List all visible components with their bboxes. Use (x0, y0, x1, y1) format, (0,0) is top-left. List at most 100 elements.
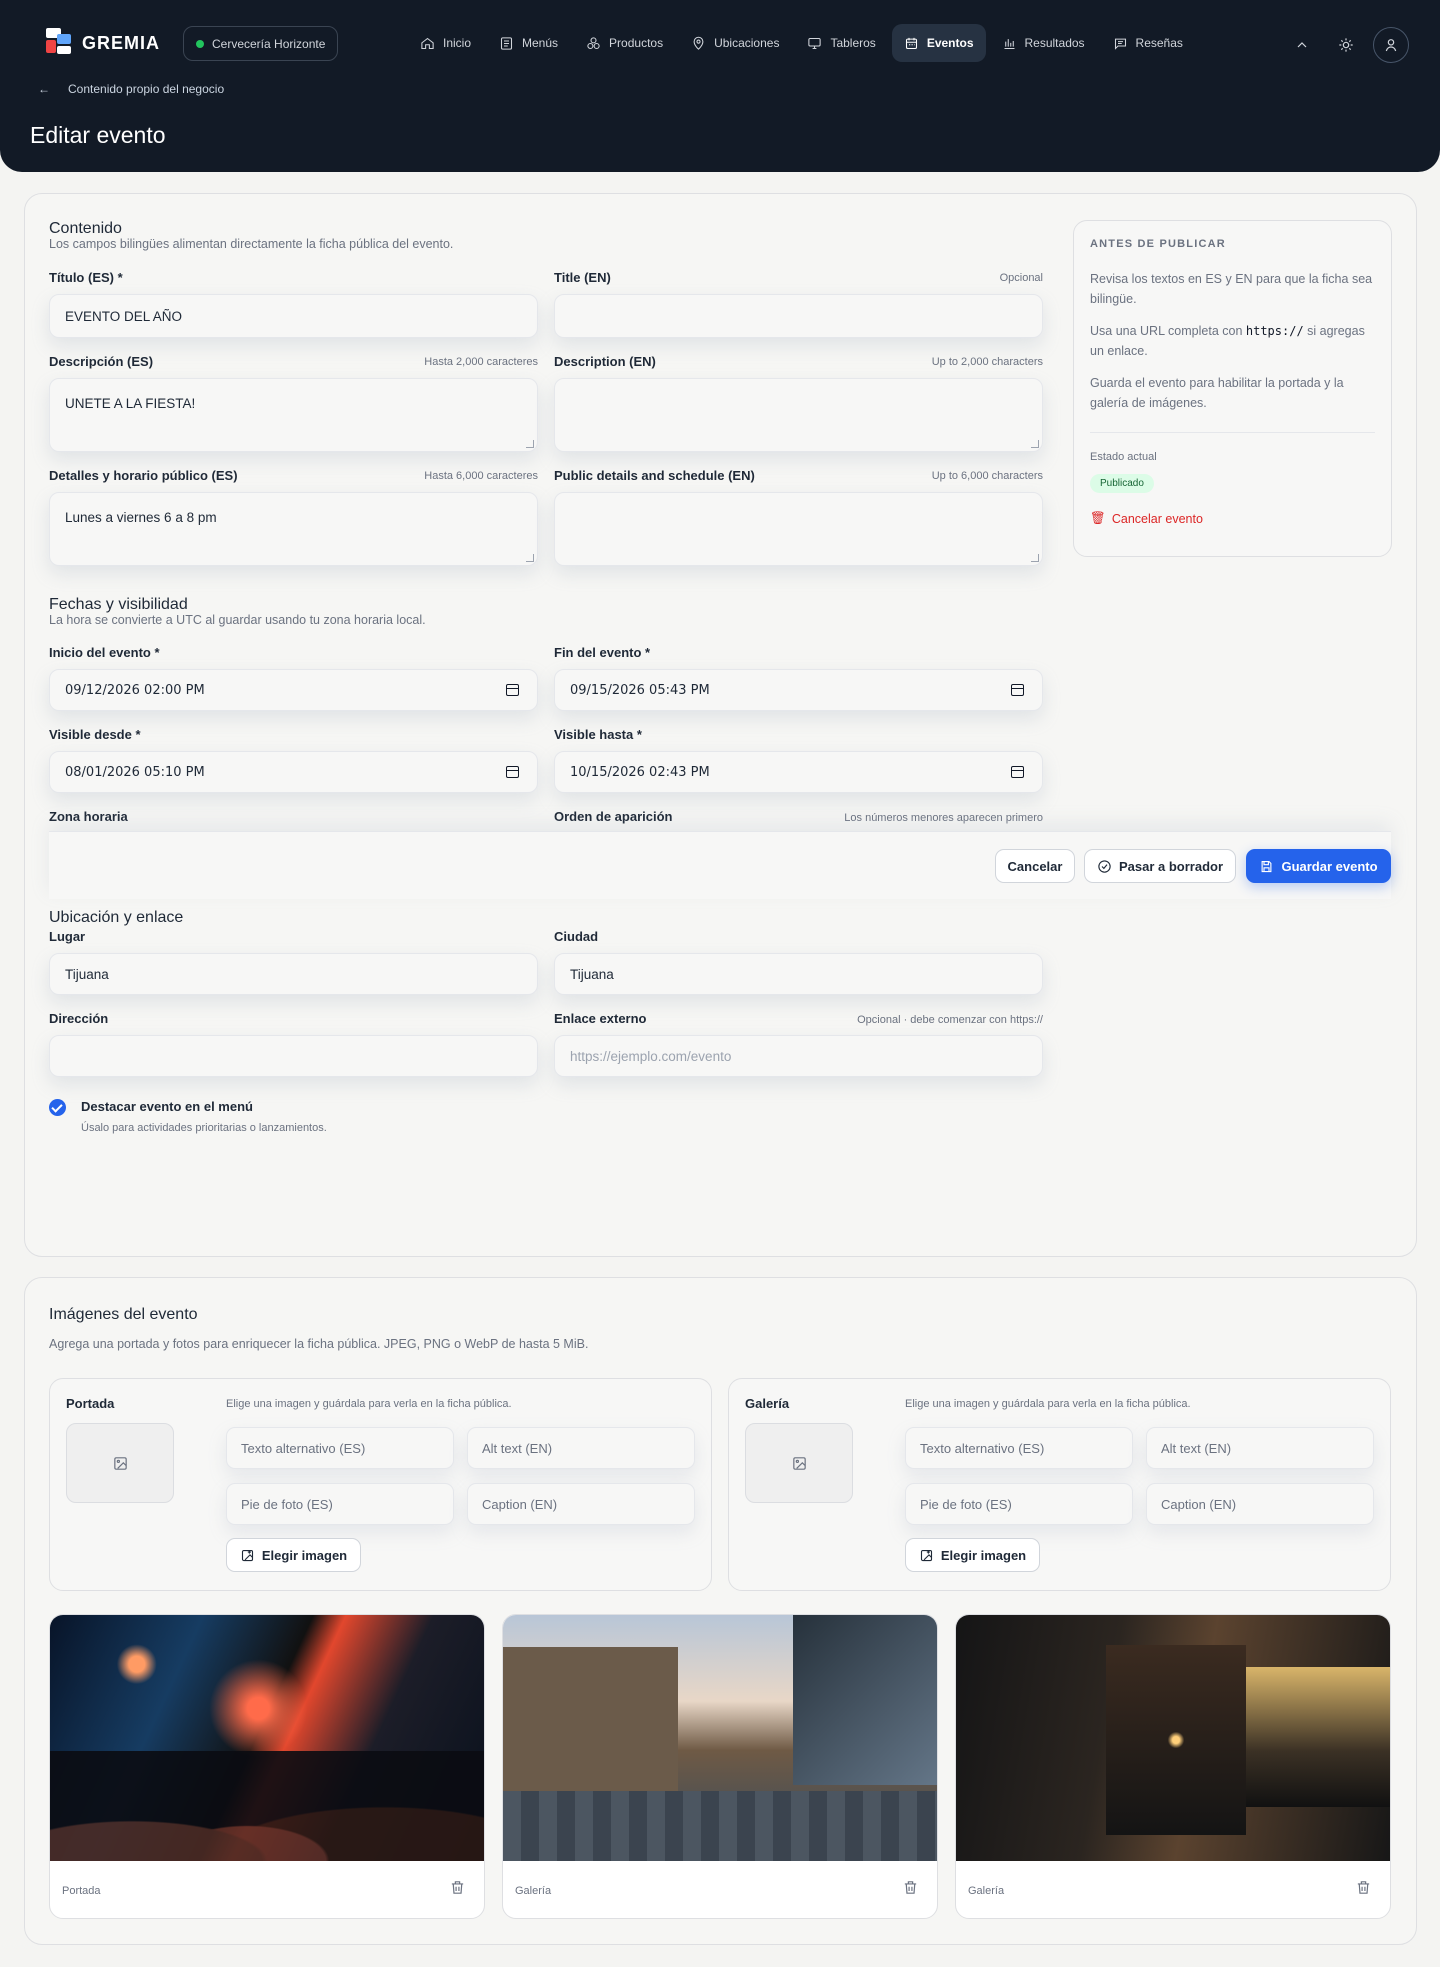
nav-inicio[interactable]: Inicio (408, 24, 483, 62)
image-plus-icon (920, 1549, 932, 1561)
calendar-icon[interactable] (506, 684, 519, 696)
nav-menus[interactable]: Menús (487, 24, 570, 62)
cover-caption-en-input[interactable]: Caption (EN) (467, 1483, 695, 1525)
audience-silhouette (50, 1751, 484, 1861)
city-label: Ciudad (554, 929, 599, 944)
nav-eventos[interactable]: Eventos (891, 24, 986, 62)
cover-alt-en-input[interactable]: Alt text (EN) (467, 1427, 695, 1469)
resize-handle[interactable] (526, 554, 534, 562)
status-dot (196, 39, 204, 48)
logo[interactable]: GREMIA (44, 26, 160, 60)
calendar-icon[interactable] (1011, 766, 1024, 778)
title-es-input[interactable]: EVENTO DEL AÑO (49, 294, 538, 338)
details-es-textarea[interactable]: Lunes a viernes 6 a 8 pm (49, 492, 538, 566)
link-input[interactable]: https://ejemplo.com/evento (554, 1035, 1043, 1077)
gallery-caption-en-input[interactable]: Caption (EN) (1146, 1483, 1374, 1525)
calendar-icon[interactable] (1011, 684, 1024, 696)
nav-tableros[interactable]: Tableros (795, 24, 887, 62)
sun-icon (1339, 38, 1353, 52)
visible-to-input[interactable]: 10/15/2026 02:43 PM (554, 751, 1043, 793)
gallery-photo-card: Galería (502, 1614, 938, 1919)
end-datetime-input[interactable]: 09/15/2026 05:43 PM (554, 669, 1043, 711)
delete-photo-button[interactable] (1355, 1879, 1372, 1901)
theme-toggle[interactable] (1328, 27, 1364, 63)
visible-from-value: 08/01/2026 05:10 PM (65, 764, 205, 780)
images-subtitle: Agrega una portada y fotos para enriquec… (49, 1337, 589, 1351)
title-en-label: Title (EN) (554, 270, 611, 285)
bar-shelf (1245, 1667, 1390, 1807)
chart-icon (1004, 38, 1014, 49)
start-label: Inicio del evento * (49, 645, 160, 660)
resize-handle[interactable] (1031, 554, 1039, 562)
details-en-hint: Up to 6,000 characters (931, 470, 1043, 482)
start-datetime-input[interactable]: 09/12/2026 02:00 PM (49, 669, 538, 711)
cancel-event-link[interactable]: 🗑 Cancelar evento (1090, 511, 1203, 526)
link-label: Enlace externo (554, 1011, 647, 1026)
calendar-icon[interactable] (506, 766, 519, 778)
delete-photo-button[interactable] (902, 1879, 919, 1901)
title-es-label: Título (ES) * (49, 270, 123, 285)
save-button[interactable]: Guardar evento (1246, 849, 1391, 883)
monitor-icon (808, 37, 822, 49)
box-icon (587, 36, 600, 49)
resize-handle[interactable] (1031, 440, 1039, 448)
cover-choose-image-button[interactable]: Elegir imagen (226, 1538, 361, 1572)
breadcrumb-text[interactable]: Contenido propio del negocio (68, 82, 224, 96)
nav-resultados[interactable]: Resultados (990, 24, 1097, 62)
resize-handle[interactable] (526, 440, 534, 448)
collapse-button[interactable] (1284, 27, 1320, 63)
place-label: Lugar (49, 929, 86, 944)
gallery-alt-en-input[interactable]: Alt text (EN) (1146, 1427, 1374, 1469)
checklist-text: Usa una URL completa con (1090, 324, 1246, 338)
gallery-image-placeholder[interactable] (745, 1423, 853, 1503)
code-text: https:// (1245, 324, 1304, 338)
desc-en-textarea[interactable] (554, 378, 1043, 452)
cancel-button[interactable]: Cancelar (995, 849, 1075, 883)
title-en-input[interactable] (554, 294, 1043, 338)
place-input[interactable]: Tijuana (49, 953, 538, 995)
draft-button[interactable]: Pasar a borrador (1084, 849, 1236, 883)
nav-ubicaciones[interactable]: Ubicaciones (679, 24, 791, 62)
nav-resenas[interactable]: Reseñas (1101, 24, 1195, 62)
floor-shape (503, 1791, 937, 1861)
back-arrow-icon[interactable]: ← (38, 82, 50, 96)
bar-hall (1106, 1645, 1246, 1835)
photo-label: Galería (515, 1885, 552, 1897)
cancel-event-label: Cancelar evento (1111, 511, 1203, 526)
divider (1090, 432, 1375, 433)
user-menu[interactable] (1373, 27, 1409, 63)
review-icon (1114, 38, 1126, 50)
featured-label[interactable]: Destacar evento en el menú (81, 1099, 253, 1114)
gallery-choose-image-button[interactable]: Elegir imagen (905, 1538, 1040, 1572)
cover-hint: Elige una imagen y guárdala para verla e… (226, 1398, 512, 1410)
link-hint: Opcional · debe comenzar con https:// (857, 1014, 1043, 1026)
featured-checkbox[interactable] (49, 1099, 66, 1116)
cover-caption-es-input[interactable]: Pie de foto (ES) (226, 1483, 454, 1525)
details-en-textarea[interactable] (554, 492, 1043, 566)
save-icon (1262, 860, 1272, 872)
nav-productos[interactable]: Productos (574, 24, 675, 62)
photo-label: Galería (968, 1885, 1005, 1897)
gallery-alt-es-input[interactable]: Texto alternativo (ES) (905, 1427, 1133, 1469)
images-title: Imágenes del evento (49, 1306, 198, 1323)
featured-help: Úsalo para actividades prioritarias o la… (81, 1122, 327, 1134)
address-input[interactable] (49, 1035, 538, 1077)
user-icon (1385, 39, 1397, 52)
order-label: Orden de aparición (554, 809, 673, 824)
gallery-caption-es-input[interactable]: Pie de foto (ES) (905, 1483, 1133, 1525)
visible-from-input[interactable]: 08/01/2026 05:10 PM (49, 751, 538, 793)
delete-photo-button[interactable] (449, 1879, 466, 1901)
desc-es-textarea[interactable]: UNETE A LA FIESTA! (49, 378, 538, 452)
top-header: GREMIA Cervecería Horizonte Inicio Menús… (0, 0, 1440, 172)
desc-en-label: Description (EN) (554, 354, 656, 369)
business-selector[interactable]: Cervecería Horizonte (183, 26, 339, 61)
breadcrumb[interactable]: ← Contenido propio del negocio (38, 82, 224, 96)
trash-icon: 🗑 (1090, 511, 1106, 525)
building-shape (503, 1647, 678, 1797)
image-plus-icon (241, 1549, 253, 1561)
end-label: Fin del evento * (554, 645, 651, 660)
cover-image-placeholder[interactable] (66, 1423, 174, 1503)
cover-alt-es-input[interactable]: Texto alternativo (ES) (226, 1427, 454, 1469)
city-input[interactable]: Tijuana (554, 953, 1043, 995)
gallery-title: Galería (745, 1396, 790, 1411)
